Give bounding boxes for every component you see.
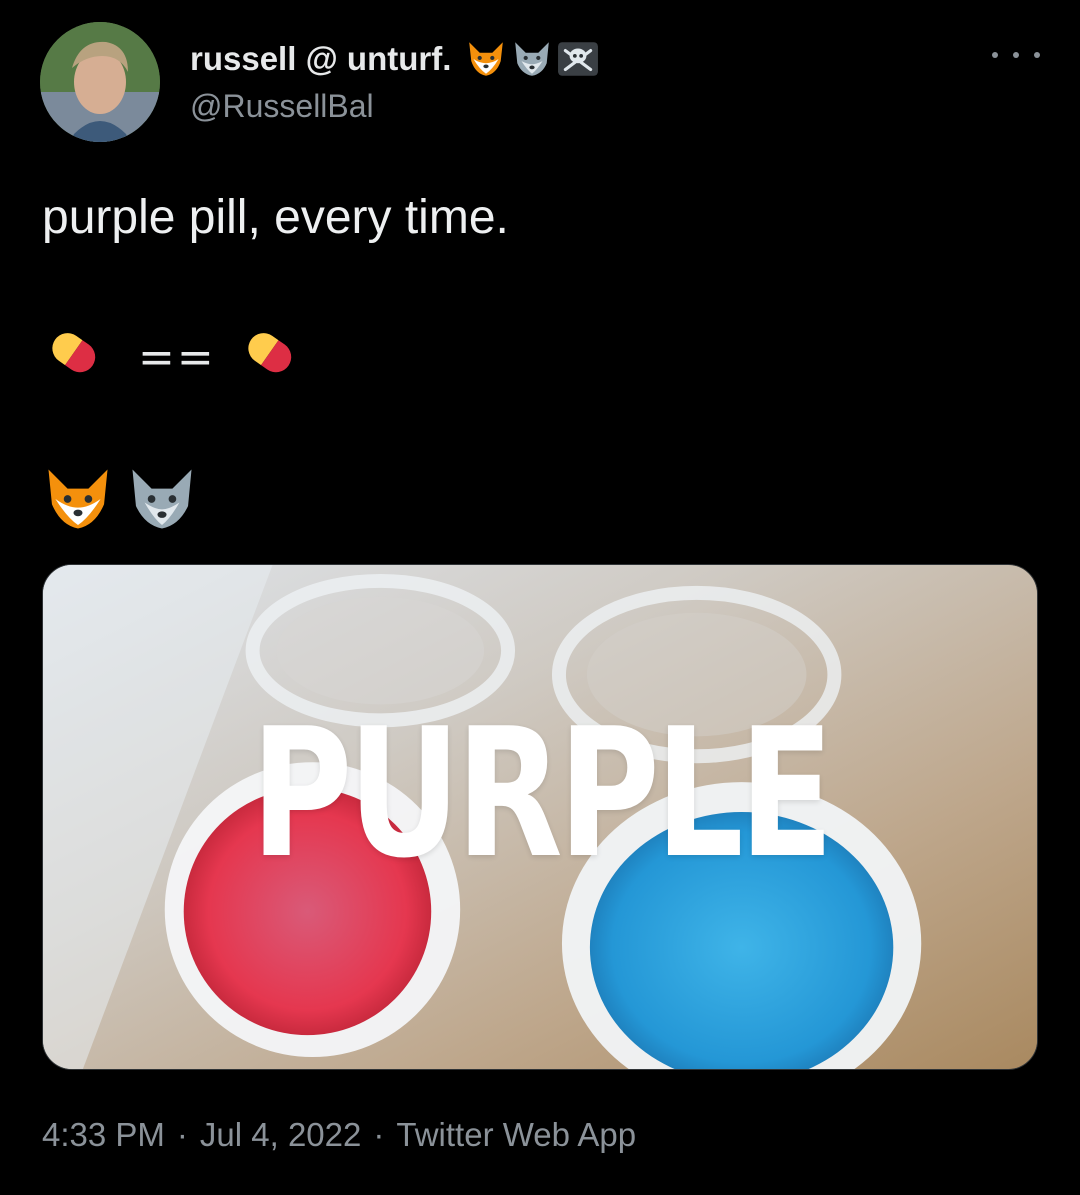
meta-separator: · [176,1116,188,1153]
fox-face-icon [469,42,504,76]
tweet-text: purple pill, every time. [42,191,509,244]
meta-separator: · [373,1116,385,1153]
pill-line: == [42,318,314,396]
author-display-name[interactable]: russell @ unturf. [190,40,451,78]
more-options-button[interactable] [992,40,1040,70]
more-dot-icon [1013,52,1019,58]
pill-icon [248,333,291,373]
timestamp-link[interactable]: 4:33 PM [42,1116,165,1153]
author-name-row[interactable]: russell @ unturf. [190,38,599,80]
fox-face-icon [48,469,108,529]
more-dot-icon [992,52,998,58]
more-dot-icon [1034,52,1040,58]
date-link[interactable]: Jul 4, 2022 [200,1116,361,1153]
avatar[interactable] [40,22,160,142]
wolf-face-icon [132,469,192,529]
tweet-media-image[interactable]: PURPLE [42,564,1038,1070]
wolf-face-icon [515,42,550,76]
animal-line [42,466,198,532]
source-link[interactable]: Twitter Web App [396,1116,636,1153]
tweet-card: russell @ unturf. @RussellBal purple pil… [0,0,1080,1195]
equals-operator: == [138,331,216,383]
pill-icon [52,333,96,373]
skull-and-crossbones-icon [558,42,599,76]
author-handle[interactable]: @RussellBal [190,88,374,125]
media-caption-text: PURPLE [250,690,834,897]
tweet-metadata: 4:33 PM · Jul 4, 2022 · Twitter Web App [42,1116,636,1154]
